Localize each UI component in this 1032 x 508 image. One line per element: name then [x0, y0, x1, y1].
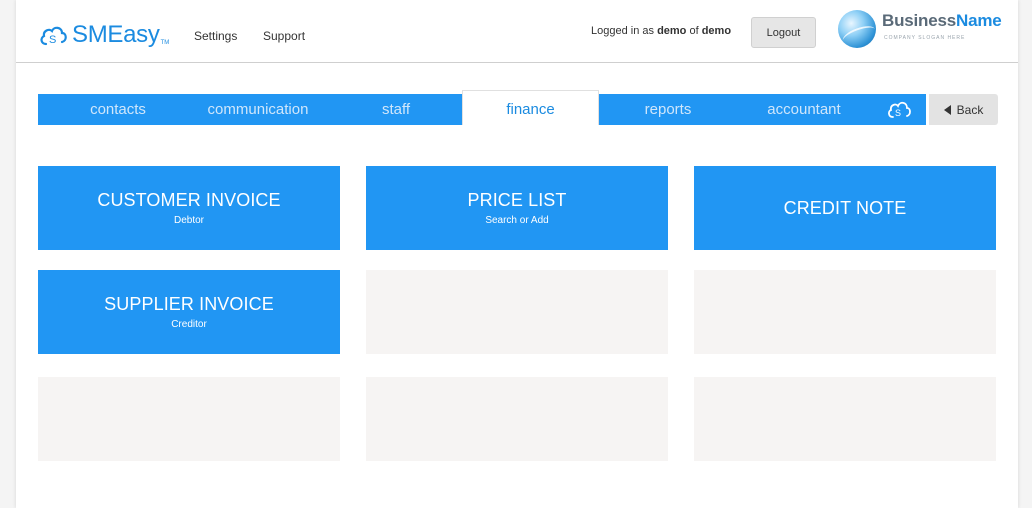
login-middle: of [686, 25, 702, 37]
svg-text:S: S [895, 108, 901, 118]
tab-accountant[interactable]: accountant [750, 94, 858, 125]
supplier-invoice-tile[interactable]: SUPPLIER INVOICE Creditor [38, 270, 340, 354]
logo-trademark: TM [160, 40, 170, 46]
cloud-icon[interactable]: S [886, 98, 912, 120]
empty-tile [38, 377, 340, 461]
business-name: BusinessName [882, 11, 1002, 31]
module-tabbar: contacts communication staff finance rep… [38, 90, 926, 125]
support-link[interactable]: Support [263, 29, 305, 43]
svg-text:S: S [49, 34, 56, 46]
tile-subtitle: Creditor [171, 319, 207, 330]
tile-subtitle: Debtor [173, 215, 204, 226]
tile-title: CREDIT NOTE [783, 197, 907, 218]
customer-invoice-tile[interactable]: CUSTOMER INVOICE Debtor [38, 166, 340, 250]
login-prefix: Logged in as [591, 25, 658, 37]
login-company: demo [701, 25, 732, 37]
app-logo[interactable]: S SMEasy TM [38, 20, 169, 50]
tile-title: PRICE LIST [467, 190, 567, 210]
business-slogan: COMPANY SLOGAN HERE [884, 35, 966, 41]
tab-communication[interactable]: communication [188, 94, 328, 125]
back-label: Back [956, 102, 984, 117]
empty-tile [694, 377, 996, 461]
settings-link[interactable]: Settings [194, 29, 237, 43]
tab-staff[interactable]: staff [356, 94, 436, 125]
back-button[interactable]: Back [929, 94, 998, 125]
login-user: demo [657, 25, 687, 37]
tile-subtitle: Search or Add [485, 215, 549, 226]
tab-reports[interactable]: reports [623, 94, 713, 125]
logout-button[interactable]: Logout [751, 17, 816, 48]
credit-note-tile[interactable]: CREDIT NOTE [694, 166, 996, 250]
smeasy-cloud-icon: S [40, 26, 67, 46]
tab-contacts[interactable]: contacts [58, 94, 178, 125]
tab-finance[interactable]: finance [462, 90, 599, 125]
login-status: Logged in as demo of demo [591, 25, 731, 37]
price-list-tile[interactable]: PRICE LIST Search or Add [366, 166, 668, 250]
header: S SMEasy TM Settings Support Logged in a… [16, 0, 1018, 63]
app-window: S SMEasy TM Settings Support Logged in a… [16, 0, 1018, 508]
tile-title: SUPPLIER INVOICE [104, 294, 274, 314]
empty-tile [366, 377, 668, 461]
empty-tile [694, 270, 996, 354]
business-name-part1: Business [882, 11, 956, 30]
business-logo: BusinessName COMPANY SLOGAN HERE [838, 10, 1002, 50]
triangle-left-icon [943, 104, 951, 115]
business-name-part2: Name [956, 11, 1002, 30]
tile-title: CUSTOMER INVOICE [97, 190, 281, 210]
globe-icon [838, 10, 878, 48]
logo-text: SMEasy [72, 21, 160, 48]
empty-tile [366, 270, 668, 354]
